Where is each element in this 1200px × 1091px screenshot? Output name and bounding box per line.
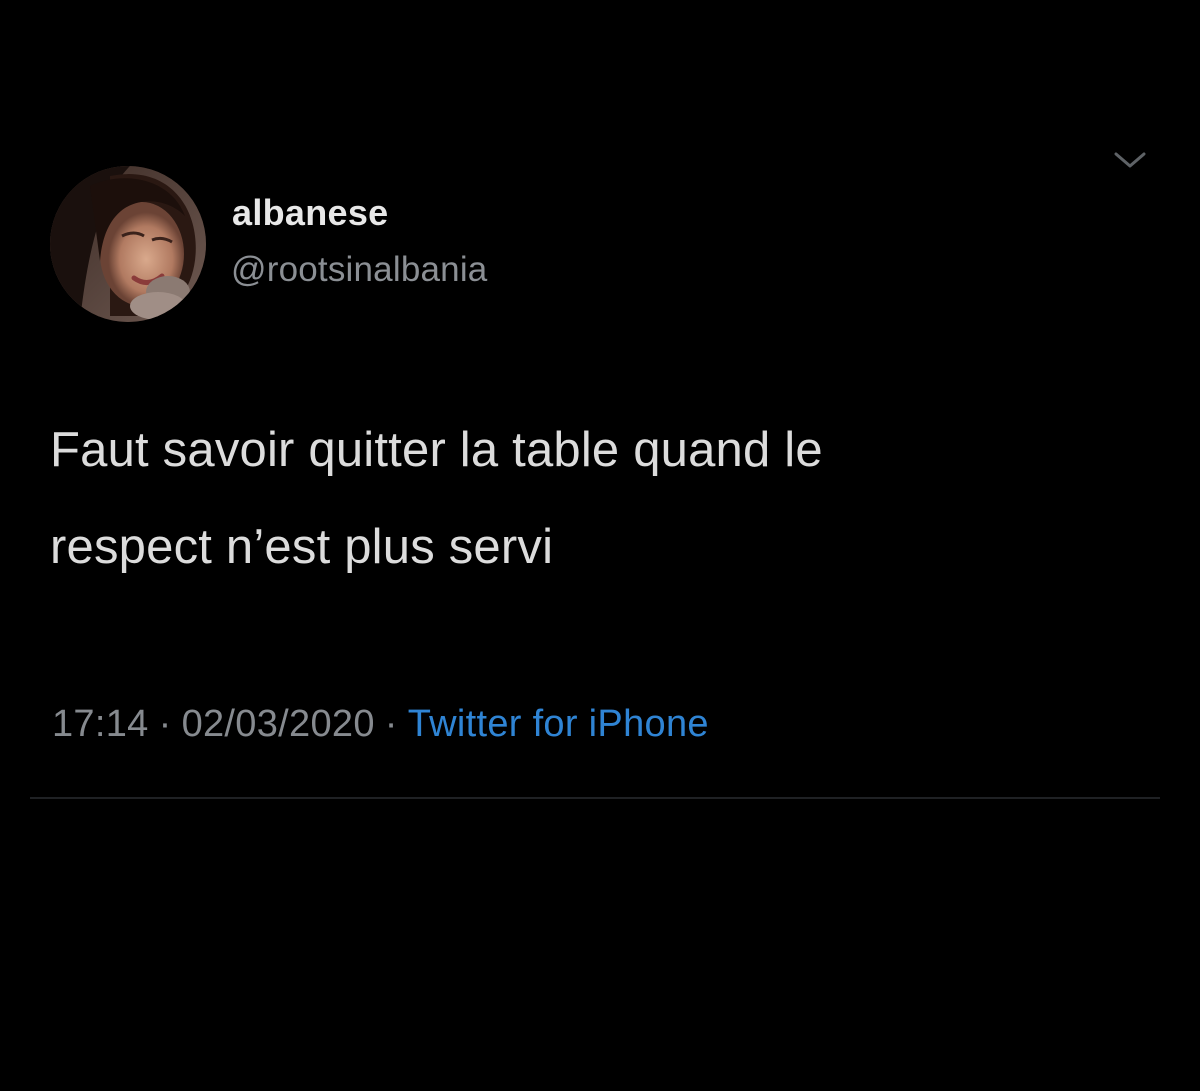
tweet-text-line: Faut savoir quitter la table quand le bbox=[50, 423, 823, 477]
divider bbox=[30, 797, 1160, 799]
chevron-down-icon[interactable] bbox=[1110, 146, 1150, 174]
avatar-photo bbox=[50, 166, 206, 322]
tweet-text: Faut savoir quitter la table quand le re… bbox=[50, 402, 1130, 596]
tweet-text-line: respect n’est plus servi bbox=[50, 520, 554, 574]
tweet-time[interactable]: 17:14 bbox=[52, 703, 149, 745]
author-display-name[interactable]: albanese bbox=[232, 192, 389, 234]
avatar[interactable] bbox=[50, 166, 206, 322]
tweet-metadata: 17:14 · 02/03/2020 · Twitter for iPhone bbox=[52, 703, 709, 746]
tweet-source-link[interactable]: Twitter for iPhone bbox=[408, 703, 709, 745]
tweet-date[interactable]: 02/03/2020 bbox=[182, 703, 375, 745]
meta-separator: · bbox=[158, 703, 172, 745]
meta-separator: · bbox=[384, 703, 398, 745]
author-handle[interactable]: @rootsinalbania bbox=[231, 250, 487, 290]
tweet-card: albanese @rootsinalbania Faut savoir qui… bbox=[0, 0, 1200, 1091]
